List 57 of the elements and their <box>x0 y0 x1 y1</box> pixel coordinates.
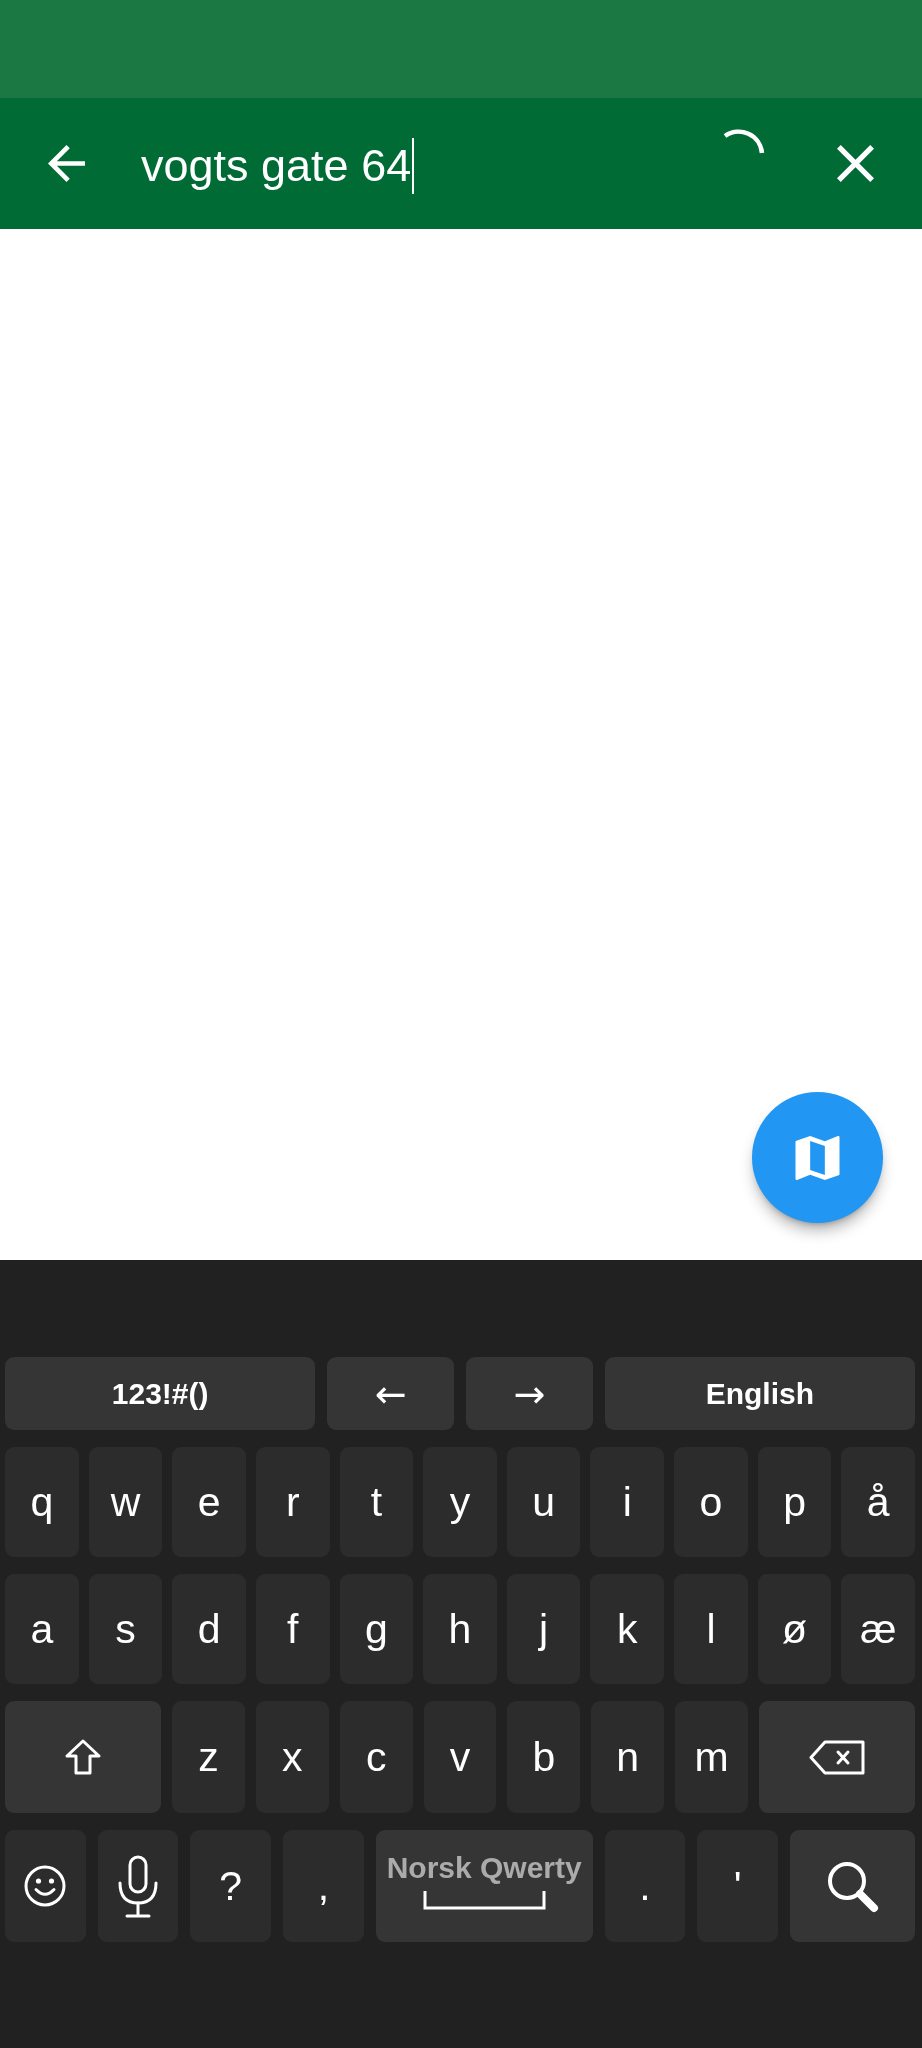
keyboard-key[interactable]: æ <box>841 1574 916 1684</box>
folded-map-icon <box>795 1135 840 1180</box>
keyboard-key[interactable]: z <box>172 1701 245 1813</box>
keyboard-key[interactable]: . <box>604 1830 686 1942</box>
keyboard-key[interactable]: n <box>591 1701 665 1813</box>
keyboard-key[interactable]: r <box>255 1447 330 1557</box>
keyboard-key[interactable]: j <box>506 1574 581 1684</box>
close-icon <box>837 145 874 182</box>
keyboard-key[interactable]: t <box>339 1447 414 1557</box>
emoji-key[interactable] <box>5 1830 86 1942</box>
keyboard-key[interactable]: y <box>423 1447 497 1557</box>
keyboard-key[interactable]: s <box>88 1574 163 1684</box>
shift-key[interactable] <box>5 1701 161 1813</box>
keyboard-key[interactable]: d <box>172 1574 246 1684</box>
keyboard-key[interactable]: g <box>339 1574 414 1684</box>
keyboard-key[interactable]: h <box>423 1574 497 1684</box>
microphone-icon <box>117 1854 159 1918</box>
keyboard-key[interactable]: ø <box>757 1574 832 1684</box>
keyboard-key[interactable]: l <box>674 1574 748 1684</box>
keyboard-key[interactable]: i <box>590 1447 665 1557</box>
close-button[interactable] <box>837 145 874 182</box>
arrow-key[interactable]: ← <box>327 1357 454 1430</box>
keyboard-key[interactable]: v <box>423 1701 497 1813</box>
back-arrow-icon <box>48 145 85 182</box>
keyboard-key[interactable]: w <box>88 1447 163 1557</box>
back-button[interactable] <box>48 145 85 182</box>
search-icon <box>826 1859 880 1913</box>
keyboard-key[interactable]: m <box>675 1701 748 1813</box>
keyboard-key[interactable]: , <box>283 1830 364 1942</box>
keyboard-key[interactable]: k <box>590 1574 665 1684</box>
search-key[interactable] <box>790 1830 916 1942</box>
text-cursor <box>412 137 415 194</box>
search-field[interactable]: vogts gate 64 <box>141 137 415 194</box>
space-key[interactable]: Norsk Qwerty <box>375 1830 593 1942</box>
keyboard-key[interactable]: x <box>255 1701 329 1813</box>
backspace-key[interactable] <box>759 1701 915 1813</box>
keyboard-key[interactable]: ? <box>190 1830 271 1942</box>
keyboard-key[interactable]: o <box>674 1447 748 1557</box>
keyboard-key[interactable]: p <box>757 1447 832 1557</box>
keyboard-key[interactable]: å <box>841 1447 916 1557</box>
keyboard-key[interactable]: b <box>507 1701 581 1813</box>
keyboard-key[interactable]: ' <box>697 1830 779 1942</box>
arrow-key[interactable]: → <box>466 1357 593 1430</box>
smiley-icon <box>24 1865 67 1907</box>
voice-input-key[interactable] <box>97 1830 179 1942</box>
keyboard-key[interactable]: f <box>255 1574 330 1684</box>
keyboard-key[interactable]: English <box>604 1357 915 1430</box>
map-fab[interactable] <box>752 1092 883 1223</box>
backspace-icon <box>809 1739 865 1775</box>
keyboard-key[interactable]: 123!#() <box>5 1357 316 1430</box>
keyboard-key[interactable]: c <box>339 1701 413 1813</box>
spacebar-icon <box>422 1890 546 1910</box>
keyboard-key[interactable]: q <box>5 1447 79 1557</box>
keyboard-key[interactable]: u <box>506 1447 581 1557</box>
keyboard-key[interactable]: e <box>172 1447 246 1557</box>
keyboard-key[interactable]: a <box>5 1574 79 1684</box>
shift-icon <box>65 1739 101 1775</box>
